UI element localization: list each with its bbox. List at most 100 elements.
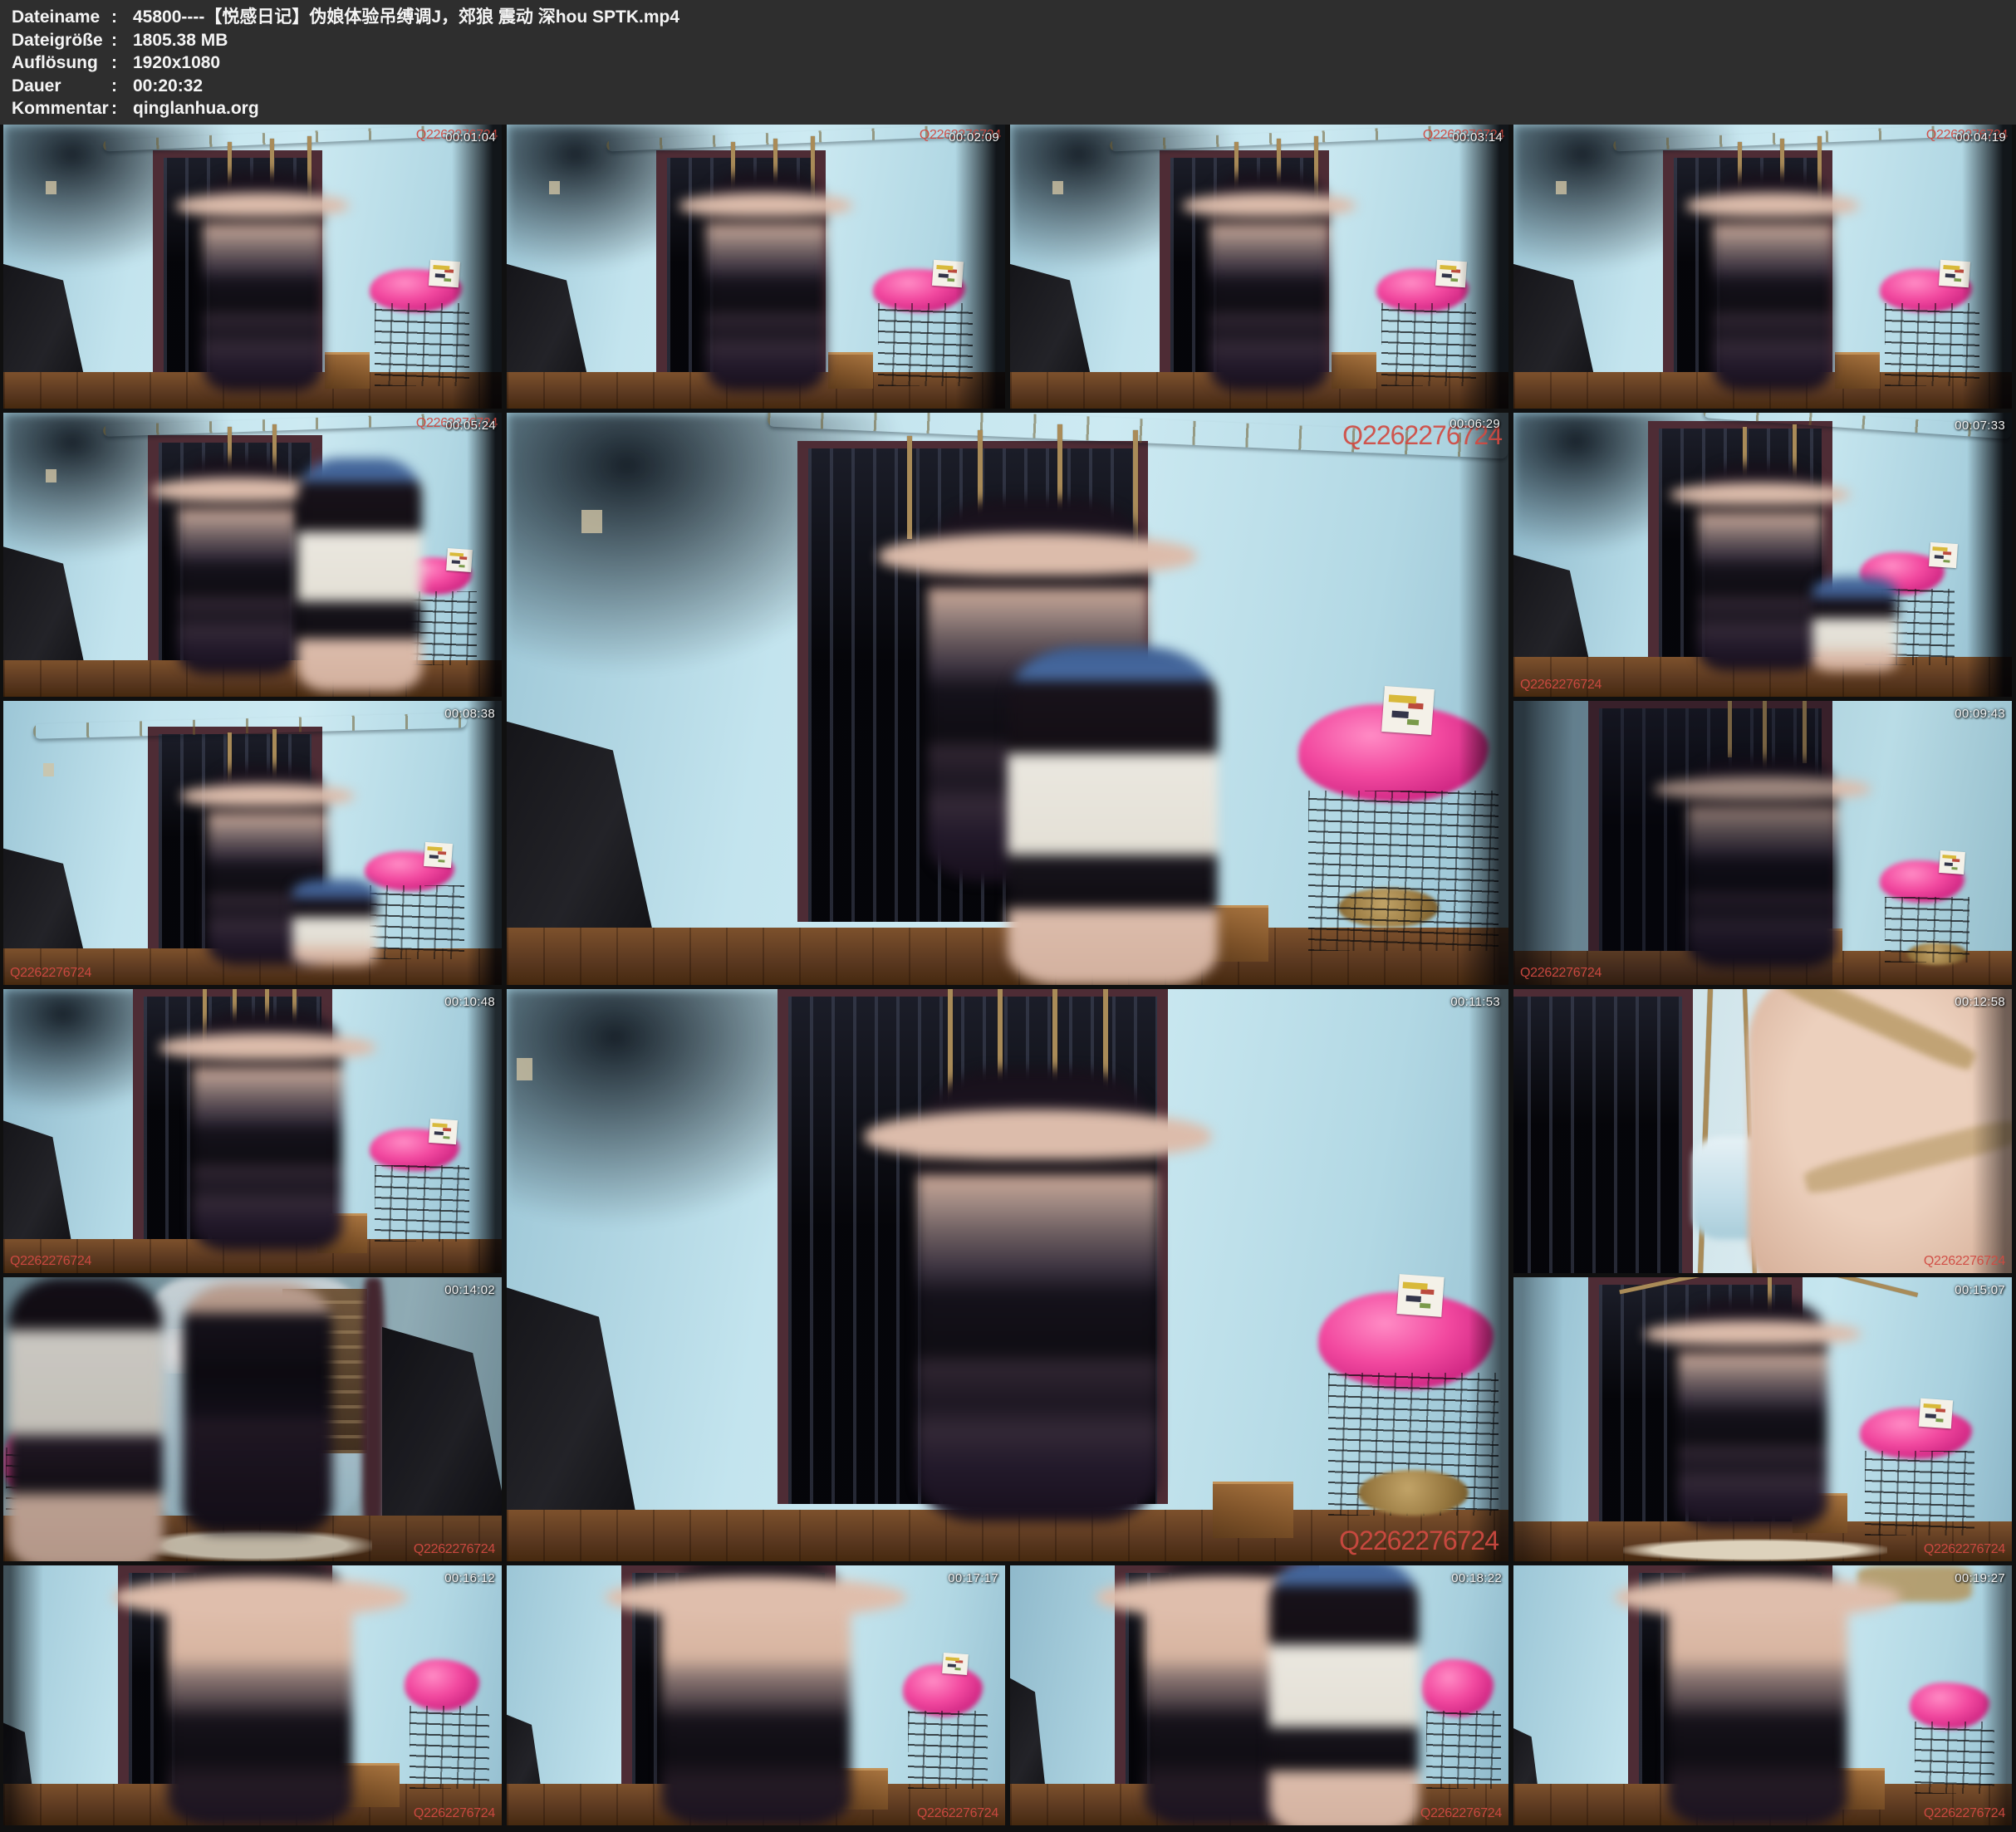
meta-separator: :: [111, 29, 133, 52]
wall-outlet-shape: [43, 763, 54, 776]
timestamp-label: 00:17:17: [948, 1572, 998, 1585]
timestamp-label: 00:08:38: [444, 708, 495, 720]
meta-separator: :: [111, 51, 133, 75]
vignette-overlay: [1967, 413, 2012, 697]
meta-label: Kommentar: [12, 97, 111, 120]
video-thumbnail-r5c1: Q226227672400:14:02: [3, 1277, 502, 1561]
meta-label: Auflösung: [12, 51, 111, 75]
timestamp-label: 00:03:14: [1452, 131, 1503, 144]
watermark-label: Q2262276724: [414, 1807, 495, 1820]
vignette-overlay: [955, 125, 1005, 409]
cardboard-box-shape: [1332, 352, 1376, 389]
figure-silhouette: [661, 1565, 851, 1825]
figure-silhouette: [1668, 1565, 1847, 1825]
timestamp-label: 00:18:22: [1451, 1572, 1502, 1585]
vignette-overlay: [1459, 413, 1508, 985]
wire-rack-shape: [1865, 1451, 1974, 1536]
poster-card-shape: [1929, 542, 1958, 568]
figure-silhouette: [193, 1012, 342, 1250]
video-thumbnail-r5c4: Q226227672400:15:07: [1513, 1277, 2012, 1561]
timestamp-label: 00:04:19: [1955, 131, 2006, 144]
meta-row-comment: Kommentar:qinglanhua.org: [12, 97, 2016, 120]
cardboard-box-shape: [325, 352, 370, 389]
timestamp-label: 00:09:43: [1955, 708, 2005, 720]
vignette-overlay: [1469, 989, 1508, 1561]
vignette-overlay: [467, 701, 502, 985]
timestamp-label: 00:11:53: [1450, 996, 1500, 1008]
figure-silhouette: [917, 1069, 1157, 1521]
file-metadata-header: Dateiname:45800----【悦感日记】伪娘体验吊缚调J，郊狼 震动 …: [0, 0, 2016, 125]
meta-value-filename: 45800----【悦感日记】伪娘体验吊缚调J，郊狼 震动 深hou SPTK.…: [133, 6, 679, 29]
figure-silhouette: [178, 458, 297, 674]
cardboard-box-shape: [1213, 1482, 1292, 1539]
wire-rack-shape: [410, 1706, 489, 1789]
watermark-label: Q2262276724: [10, 1255, 91, 1268]
thumbnail-grid: Q226227672400:01:04Q226227672400:02:09Q2…: [0, 0, 2016, 1832]
figure-silhouette: [203, 173, 322, 391]
video-thumbnail-big2: Q2262276724 00:11:53: [507, 989, 1508, 1561]
meta-value-comment: qinglanhua.org: [133, 97, 259, 120]
video-thumbnail-r1c1: Q226227672400:01:04: [3, 125, 502, 409]
wire-rack-shape: [370, 885, 464, 959]
video-thumbnail-r6c3: Q2262276724 00:18:22: [1010, 1565, 1508, 1825]
video-thumbnail-r3c4: Q226227672400:09:43: [1513, 701, 2012, 985]
wire-rack-shape: [1885, 897, 1969, 963]
figure-silhouette: [1678, 1300, 1827, 1527]
figure-silhouette: [1713, 173, 1832, 391]
meta-separator: :: [111, 97, 133, 120]
cardboard-box-shape: [1835, 352, 1880, 389]
watermark-label: Q2262276724: [1924, 1255, 2005, 1268]
poster-card-shape: [1919, 1398, 1953, 1429]
vignette-overlay: [467, 413, 502, 697]
meta-separator: :: [111, 6, 133, 29]
figure-silhouette: [1812, 577, 1897, 671]
video-thumbnail-r2c1: Q226227672400:05:24: [3, 413, 502, 697]
wire-rack-shape: [1426, 1711, 1501, 1789]
watermark-label: Q2262276724: [10, 967, 91, 980]
timestamp-label: 00:12:58: [1955, 996, 2005, 1008]
video-thumbnail-r3c1: Q2262276724 00:08:38: [3, 701, 502, 985]
figure-silhouette: [1209, 173, 1329, 391]
watermark-label: Q2262276724: [1420, 1807, 1502, 1820]
figure-silhouette: [1269, 1565, 1419, 1825]
meta-row-resolution: Auflösung:1920x1080: [12, 51, 2016, 75]
timestamp-label: 00:16:12: [444, 1572, 495, 1585]
watermark-label: Q2262276724: [1339, 1527, 1499, 1554]
video-thumbnail-r6c4: Q226227672400:19:27: [1513, 1565, 2012, 1825]
figure-silhouette: [1008, 647, 1218, 985]
timestamp-label: 00:01:04: [445, 131, 496, 144]
vignette-overlay: [1513, 1277, 1563, 1561]
cardboard-box-shape: [828, 352, 873, 389]
vignette-overlay: [467, 989, 502, 1273]
wire-rack-shape: [375, 1165, 469, 1242]
poster-card-shape: [1397, 1274, 1445, 1317]
vignette-overlay: [1459, 125, 1508, 409]
meta-label: Dateiname: [12, 6, 111, 29]
wall-outlet-shape: [1556, 181, 1567, 193]
meta-value-duration: 00:20:32: [133, 75, 203, 98]
vignette-overlay: [1982, 1565, 2012, 1825]
rug-shape: [1623, 1539, 1887, 1561]
meta-value-resolution: 1920x1080: [133, 51, 220, 75]
vignette-overlay: [3, 1565, 43, 1825]
video-thumbnail-r4c1: Q2262276724 00:10:48: [3, 989, 502, 1273]
figure-silhouette: [292, 879, 377, 965]
wire-rack-shape: [908, 1711, 988, 1789]
meta-separator: :: [111, 75, 133, 98]
rope-line: [1811, 1277, 1918, 1297]
vignette-overlay: [452, 125, 502, 409]
vignette-overlay: [1513, 701, 1573, 985]
wall-outlet-shape: [46, 181, 56, 193]
poster-card-shape: [1381, 686, 1435, 735]
pink-fur-shelf-shape: [1421, 1659, 1494, 1717]
watermark-label: Q2262276724: [1520, 678, 1602, 692]
wall-outlet-shape: [1052, 181, 1063, 193]
timestamp-label: 00:10:48: [444, 996, 495, 1008]
meta-value-filesize: 1805.38 MB: [133, 29, 228, 52]
video-thumbnail-r6c2: Q226227672400:17:17: [507, 1565, 1005, 1825]
watermark-label: Q2262276724: [1924, 1807, 2005, 1820]
timestamp-label: 00:06:29: [1449, 418, 1500, 430]
dim-overlay: [3, 1277, 502, 1561]
timestamp-label: 00:14:02: [444, 1284, 495, 1296]
timestamp-label: 00:02:09: [949, 131, 999, 144]
